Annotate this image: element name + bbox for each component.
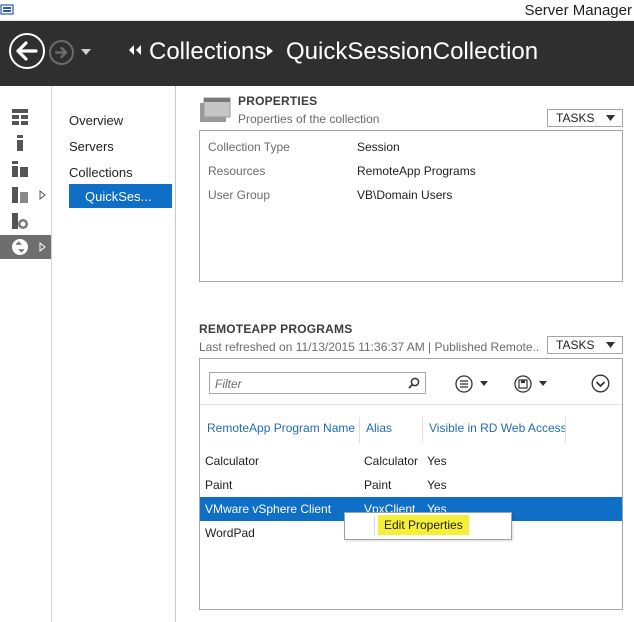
caret-down-icon bbox=[606, 342, 615, 348]
rail-item-file-storage[interactable] bbox=[0, 183, 51, 207]
prop-key: User Group bbox=[208, 188, 271, 202]
cell-name: WordPad bbox=[205, 526, 255, 540]
properties-icon bbox=[200, 97, 231, 122]
filter-input[interactable]: Filter bbox=[209, 372, 426, 394]
cell-alias: Calculator bbox=[364, 454, 419, 468]
rail-item-dashboard[interactable] bbox=[0, 105, 51, 129]
column-divider[interactable] bbox=[359, 417, 360, 443]
cell-visible: Yes bbox=[427, 454, 447, 468]
back-button[interactable] bbox=[9, 33, 45, 69]
tasks-label: TASKS bbox=[556, 338, 595, 352]
nav-item-quicksession[interactable]: QuickSes... bbox=[69, 184, 172, 208]
cell-name: Calculator bbox=[205, 454, 260, 468]
save-query-button[interactable] bbox=[514, 375, 550, 393]
rail-item-all-servers[interactable] bbox=[0, 157, 51, 181]
nav-panel: Overview Servers Collections QuickSes... bbox=[52, 86, 176, 622]
breadcrumb-current[interactable]: QuickSessionCollection bbox=[286, 38, 538, 66]
server-manager-icon bbox=[0, 4, 14, 15]
properties-panel: Collection Type Session Resources Remote… bbox=[199, 130, 623, 282]
iis-icon bbox=[12, 213, 28, 229]
toolbar-divider bbox=[200, 404, 622, 405]
rail-item-iis[interactable] bbox=[0, 209, 51, 233]
main-content: PROPERTIES Properties of the collection … bbox=[177, 86, 634, 622]
properties-subtitle: Properties of the collection bbox=[238, 112, 380, 126]
context-menu: Edit Properties bbox=[344, 512, 512, 540]
view-options-button[interactable] bbox=[455, 375, 491, 393]
save-icon bbox=[514, 375, 547, 393]
properties-title: PROPERTIES bbox=[238, 94, 318, 108]
remoteapp-title: REMOTEAPP PROGRAMS bbox=[199, 322, 353, 336]
properties-tasks-button[interactable]: TASKS bbox=[547, 109, 623, 127]
nav-item-overview[interactable]: Overview bbox=[69, 113, 123, 128]
expand-arrow-icon[interactable] bbox=[39, 190, 46, 200]
collapse-icon[interactable] bbox=[591, 374, 610, 393]
prop-value: Session bbox=[357, 140, 400, 154]
breadcrumb-collections[interactable]: Collections bbox=[149, 38, 266, 66]
filter-placeholder: Filter bbox=[215, 377, 242, 391]
cell-name: VMware vSphere Client bbox=[205, 502, 332, 516]
column-divider[interactable] bbox=[565, 417, 566, 443]
nav-item-servers[interactable]: Servers bbox=[69, 139, 114, 154]
table-row[interactable]: Paint Paint Yes bbox=[200, 473, 622, 497]
window-title: Server Manager bbox=[524, 2, 632, 19]
remote-desktop-services-icon bbox=[12, 239, 28, 255]
arrow-right-icon bbox=[54, 46, 68, 59]
rail-item-remote-desktop-services[interactable] bbox=[0, 235, 51, 259]
prop-value: RemoteApp Programs bbox=[357, 164, 476, 178]
forward-button[interactable] bbox=[49, 40, 74, 65]
caret-down-icon bbox=[606, 115, 615, 121]
list-options-icon bbox=[455, 375, 488, 393]
dashboard-icon bbox=[12, 109, 28, 125]
remoteapp-subtitle: Last refreshed on 11/13/2015 11:36:37 AM… bbox=[199, 340, 539, 354]
arrow-left-icon bbox=[16, 41, 38, 61]
cell-visible: Yes bbox=[427, 478, 447, 492]
header-bar: Collections QuickSessionCollection bbox=[0, 21, 634, 86]
chevron-down-icon[interactable] bbox=[80, 47, 92, 57]
column-header-alias[interactable]: Alias bbox=[366, 421, 392, 435]
icon-rail bbox=[0, 86, 52, 622]
context-menu-gutter bbox=[374, 516, 375, 536]
file-storage-icon bbox=[12, 187, 28, 203]
remoteapp-tasks-button[interactable]: TASKS bbox=[547, 336, 623, 354]
prop-key: Collection Type bbox=[208, 140, 290, 154]
cell-alias: Paint bbox=[364, 478, 392, 492]
local-server-icon bbox=[17, 135, 23, 151]
column-header-visible[interactable]: Visible in RD Web Access bbox=[429, 421, 567, 435]
nav-item-collections[interactable]: Collections bbox=[69, 165, 133, 180]
remoteapp-panel: Filter RemoteApp Program Name Alias Visi… bbox=[199, 358, 623, 610]
prop-value: VB\Domain Users bbox=[357, 188, 453, 202]
column-header-name[interactable]: RemoteApp Program Name bbox=[207, 421, 355, 435]
table-row[interactable]: Calculator Calculator Yes bbox=[200, 449, 622, 473]
rail-item-local-server[interactable] bbox=[0, 131, 51, 155]
tasks-label: TASKS bbox=[556, 111, 595, 125]
breadcrumb-overflow-icon[interactable] bbox=[127, 43, 143, 57]
expand-arrow-icon[interactable] bbox=[39, 242, 46, 252]
column-divider[interactable] bbox=[422, 417, 423, 443]
cell-name: Paint bbox=[205, 478, 233, 492]
all-servers-icon bbox=[12, 161, 28, 177]
prop-key: Resources bbox=[208, 164, 266, 178]
title-bar: Server Manager bbox=[0, 0, 634, 21]
menu-item-edit-properties[interactable]: Edit Properties bbox=[378, 515, 469, 535]
search-icon[interactable] bbox=[408, 377, 420, 389]
breadcrumb-separator-icon bbox=[267, 46, 273, 56]
